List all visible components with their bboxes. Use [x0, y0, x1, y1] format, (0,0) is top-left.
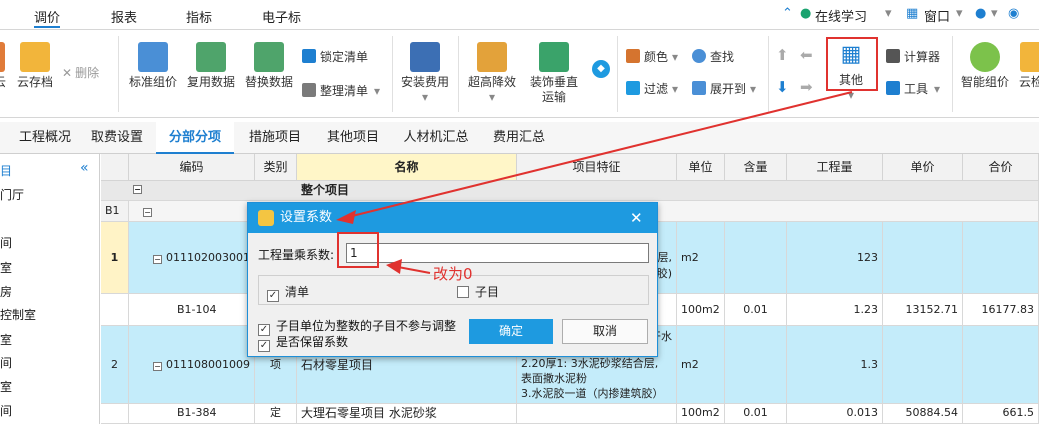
arrow-head [336, 210, 356, 224]
annotation-arrows [336, 91, 853, 274]
arrow-line-other-to-dialog [343, 91, 853, 219]
arrow-head [386, 259, 402, 274]
arrow-line-to-input [397, 266, 431, 274]
